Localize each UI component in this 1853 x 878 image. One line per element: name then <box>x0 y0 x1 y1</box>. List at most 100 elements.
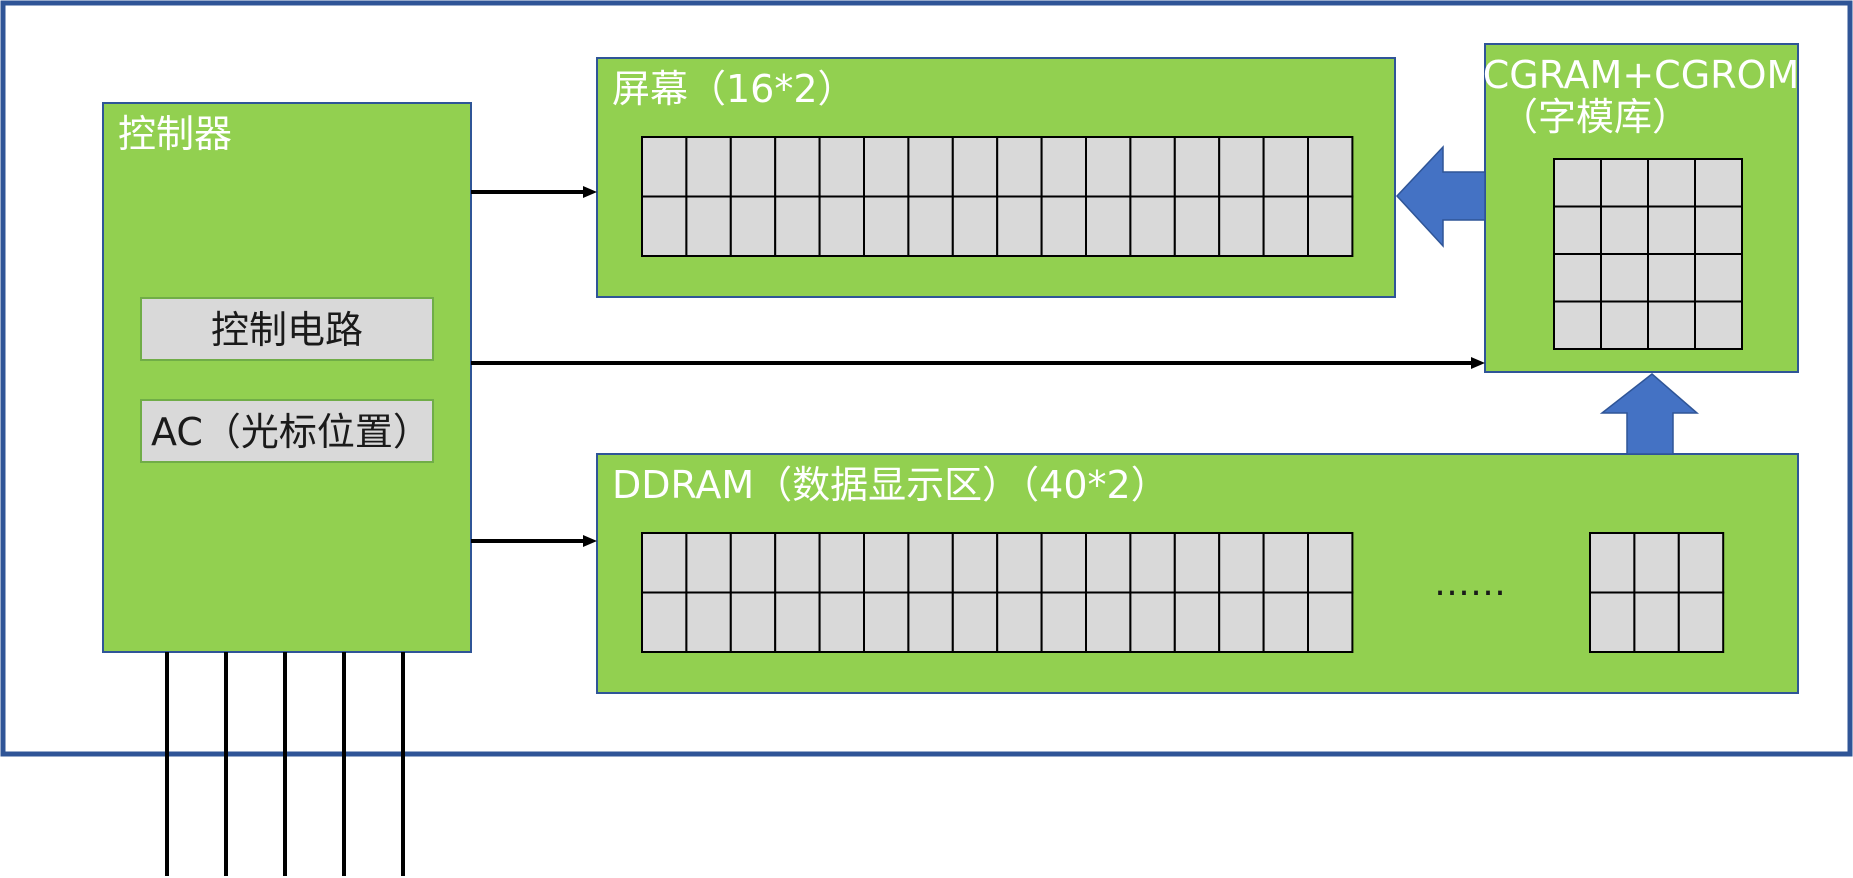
grid-cell <box>1694 253 1743 303</box>
grid-cell <box>1647 300 1696 350</box>
grid-cell <box>685 195 732 257</box>
grid-cell <box>1173 195 1221 257</box>
grid-cell <box>1647 253 1696 303</box>
grid-cell <box>1218 195 1265 257</box>
grid-cell <box>1262 195 1309 257</box>
grid-cell <box>996 195 1043 257</box>
grid-cell <box>729 532 777 594</box>
grid-cell <box>1677 591 1725 653</box>
grid-cell <box>685 136 732 198</box>
grid-cell <box>818 136 865 198</box>
screen-title: 屏幕（16*2） <box>612 67 856 111</box>
grid-cell <box>1694 205 1743 255</box>
grid-cell <box>996 532 1043 594</box>
grid-cell <box>1633 591 1680 653</box>
grid-cell <box>996 136 1043 198</box>
grid-cell <box>1085 136 1132 198</box>
ddram-ellipsis: …… <box>1434 563 1506 604</box>
grid-cell <box>1040 195 1087 257</box>
grid-cell <box>1218 136 1265 198</box>
grid-cell <box>1218 532 1265 594</box>
grid-cell <box>1085 532 1132 594</box>
grid-cell <box>1633 532 1680 594</box>
grid-cell <box>907 136 954 198</box>
font-library-subtitle: （字模库） <box>1500 95 1690 139</box>
grid-cell <box>1307 591 1354 653</box>
grid-cell <box>1129 195 1176 257</box>
grid-cell <box>1173 136 1221 198</box>
grid-cell <box>1694 158 1743 208</box>
grid-cell <box>863 532 910 594</box>
grid-cell <box>818 532 865 594</box>
grid-cell <box>1218 591 1265 653</box>
grid-cell <box>1129 136 1176 198</box>
grid-cell <box>1553 205 1602 255</box>
grid-cell <box>1600 253 1649 303</box>
grid-cell <box>1085 591 1132 653</box>
grid-cell <box>1694 300 1743 350</box>
grid-cell <box>907 532 954 594</box>
grid-cell <box>1129 591 1176 653</box>
grid-cell <box>641 136 688 198</box>
grid-cell <box>951 591 999 653</box>
grid-cell <box>1553 253 1602 303</box>
font-cell-grid <box>1553 158 1743 350</box>
grid-cell <box>1307 136 1354 198</box>
grid-cell <box>951 532 999 594</box>
grid-cell <box>1589 591 1636 653</box>
ddram-title: DDRAM（数据显示区）（40*2） <box>612 463 1169 507</box>
grid-cell <box>951 136 999 198</box>
grid-cell <box>1262 532 1309 594</box>
grid-cell <box>863 195 910 257</box>
grid-cell <box>1173 532 1221 594</box>
grid-cell <box>951 195 999 257</box>
screen-cell-grid <box>641 136 1354 257</box>
grid-cell <box>729 136 777 198</box>
grid-cell <box>818 591 865 653</box>
grid-cell <box>863 591 910 653</box>
grid-cell <box>1677 532 1725 594</box>
grid-cell <box>774 136 821 198</box>
grid-cell <box>1600 158 1649 208</box>
controller-title: 控制器 <box>118 112 232 156</box>
lcd-architecture-diagram: 控制器 控制电路 AC（光标位置） 屏幕（16*2） CGRAM+CGROM （… <box>0 0 1853 876</box>
grid-cell <box>685 591 732 653</box>
grid-cell <box>1553 300 1602 350</box>
grid-cell <box>641 195 688 257</box>
grid-cell <box>1040 136 1087 198</box>
grid-cell <box>1040 591 1087 653</box>
grid-cell <box>863 136 910 198</box>
grid-cell <box>1647 205 1696 255</box>
grid-cell <box>774 591 821 653</box>
grid-cell <box>907 591 954 653</box>
grid-cell <box>1085 195 1132 257</box>
grid-cell <box>1262 591 1309 653</box>
grid-cell <box>1307 195 1354 257</box>
grid-cell <box>1040 532 1087 594</box>
ddram-tail-cell-grid <box>1589 532 1725 653</box>
grid-cell <box>907 195 954 257</box>
grid-cell <box>1553 158 1602 208</box>
grid-cell <box>729 195 777 257</box>
controller-block <box>102 102 472 653</box>
grid-cell <box>1600 205 1649 255</box>
grid-cell <box>641 532 688 594</box>
grid-cell <box>1647 158 1696 208</box>
grid-cell <box>774 532 821 594</box>
grid-cell <box>818 195 865 257</box>
grid-cell <box>729 591 777 653</box>
cgram-cgrom-title: CGRAM+CGROM <box>1483 53 1800 97</box>
grid-cell <box>1307 532 1354 594</box>
grid-cell <box>1173 591 1221 653</box>
grid-cell <box>1262 136 1309 198</box>
grid-cell <box>1600 300 1649 350</box>
grid-cell <box>685 532 732 594</box>
control-circuit-label: 控制电路 <box>211 308 363 352</box>
cursor-position-label: AC（光标位置） <box>151 410 431 454</box>
grid-cell <box>1129 532 1176 594</box>
grid-cell <box>774 195 821 257</box>
grid-cell <box>641 591 688 653</box>
grid-cell <box>1589 532 1636 594</box>
grid-cell <box>996 591 1043 653</box>
ddram-cell-grid <box>641 532 1354 653</box>
